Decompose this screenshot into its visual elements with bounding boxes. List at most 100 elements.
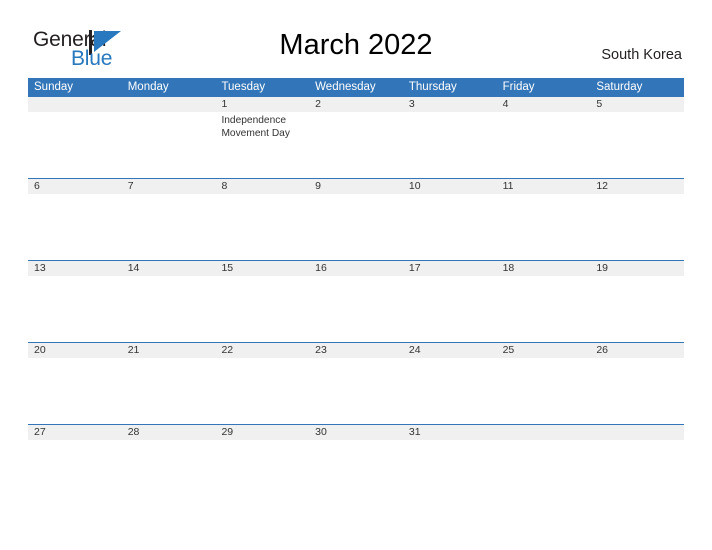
day-number[interactable]: 6 <box>28 179 122 194</box>
calendar-week-row: 27 28 29 30 31 <box>28 424 684 506</box>
day-cell[interactable] <box>403 194 497 260</box>
weekday-header-friday: Friday <box>502 81 535 93</box>
day-number[interactable]: 29 <box>215 425 309 440</box>
region-label: South Korea <box>601 47 682 63</box>
day-number[interactable]: 18 <box>497 261 591 276</box>
day-cell[interactable] <box>28 440 122 506</box>
day-number[interactable]: 4 <box>497 97 591 112</box>
day-number[interactable]: 28 <box>122 425 216 440</box>
day-number[interactable]: 23 <box>309 343 403 358</box>
calendar-grid: Sunday Monday Tuesday Wednesday Thursday… <box>28 78 684 506</box>
calendar-page: General Blue March 2022 South Korea Sund… <box>0 0 712 550</box>
week-content-band <box>28 194 684 260</box>
day-cell[interactable] <box>309 358 403 424</box>
day-cell[interactable] <box>403 112 497 178</box>
day-cell[interactable] <box>590 112 684 178</box>
day-number[interactable]: 16 <box>309 261 403 276</box>
day-cell[interactable] <box>309 440 403 506</box>
day-cell <box>497 440 591 506</box>
day-cell[interactable] <box>215 440 309 506</box>
day-cell[interactable] <box>309 276 403 342</box>
day-cell[interactable] <box>28 358 122 424</box>
day-number[interactable]: 21 <box>122 343 216 358</box>
day-cell[interactable] <box>497 194 591 260</box>
day-cell <box>122 112 216 178</box>
day-cell[interactable] <box>497 358 591 424</box>
day-event-label: Independence <box>221 115 287 126</box>
weekday-header-sunday: Sunday <box>34 81 74 93</box>
weekday-header-monday: Monday <box>127 81 169 93</box>
day-number[interactable]: 15 <box>215 261 309 276</box>
week-number-band: 12345 <box>28 97 684 112</box>
day-number[interactable]: 30 <box>309 425 403 440</box>
calendar-week-row: 13 14 15 16 17 18 19 <box>28 260 684 342</box>
week-number-band: 27 28 29 30 31 <box>28 425 684 440</box>
day-cell[interactable] <box>497 112 591 178</box>
day-cell[interactable] <box>122 440 216 506</box>
weekday-header-wednesday: Wednesday <box>315 81 376 93</box>
day-number[interactable]: 1 <box>215 97 309 112</box>
day-number[interactable]: 9 <box>309 179 403 194</box>
day-cell[interactable] <box>403 358 497 424</box>
week-number-band: 6 7 8 9 10 11 12 <box>28 179 684 194</box>
day-number[interactable]: 25 <box>497 343 591 358</box>
day-cell[interactable] <box>309 194 403 260</box>
day-cell[interactable] <box>590 276 684 342</box>
day-number[interactable]: 2 <box>309 97 403 112</box>
week-content-band: Independence Movement Day <box>28 112 684 178</box>
week-number-band: 13 14 15 16 17 18 19 <box>28 261 684 276</box>
day-cell[interactable] <box>403 440 497 506</box>
weekday-header-thursday: Thursday <box>408 81 457 93</box>
day-cell[interactable]: Independence Movement Day <box>215 112 309 178</box>
day-number <box>122 97 216 112</box>
day-number[interactable]: 17 <box>403 261 497 276</box>
day-cell[interactable] <box>403 276 497 342</box>
day-cell[interactable] <box>497 276 591 342</box>
day-number[interactable]: 27 <box>28 425 122 440</box>
week-number-band: 20 21 22 23 24 25 26 <box>28 343 684 358</box>
calendar-week-row: 6 7 8 9 10 11 12 <box>28 178 684 260</box>
day-cell[interactable] <box>309 112 403 178</box>
day-cell[interactable] <box>122 276 216 342</box>
day-number[interactable]: 24 <box>403 343 497 358</box>
day-number[interactable]: 22 <box>215 343 309 358</box>
day-number[interactable]: 13 <box>28 261 122 276</box>
day-cell[interactable] <box>590 358 684 424</box>
day-cell <box>590 440 684 506</box>
day-number[interactable]: 26 <box>590 343 684 358</box>
day-number[interactable]: 3 <box>403 97 497 112</box>
day-cell[interactable] <box>215 194 309 260</box>
week-content-band <box>28 276 684 342</box>
day-cell <box>28 112 122 178</box>
day-cell[interactable] <box>28 276 122 342</box>
day-number[interactable]: 10 <box>403 179 497 194</box>
day-event-label: Movement Day <box>221 128 290 139</box>
week-content-band <box>28 440 684 506</box>
day-cell[interactable] <box>215 358 309 424</box>
weekday-header-row: Sunday Monday Tuesday Wednesday Thursday… <box>28 78 684 97</box>
day-number[interactable]: 5 <box>590 97 684 112</box>
day-cell[interactable] <box>122 358 216 424</box>
day-cell[interactable] <box>28 194 122 260</box>
day-cell[interactable] <box>590 194 684 260</box>
day-number[interactable]: 14 <box>122 261 216 276</box>
day-number <box>590 425 684 440</box>
page-header: General Blue March 2022 South Korea <box>0 0 712 78</box>
calendar-week-row: 20 21 22 23 24 25 26 <box>28 342 684 424</box>
calendar-weeks: 1 2 3 4 5 Independence Movement Day 6 7 8 9 10 11 12 1… <box>28 97 684 506</box>
day-cell[interactable] <box>215 276 309 342</box>
weekday-header-saturday: Saturday <box>596 81 643 93</box>
week-content-band <box>28 358 684 424</box>
calendar-week-row: 1 2 3 4 5 Independence Movement Day <box>28 97 684 178</box>
day-number <box>497 425 591 440</box>
day-number[interactable]: 20 <box>28 343 122 358</box>
day-number[interactable]: 8 <box>215 179 309 194</box>
weekday-header-tuesday: Tuesday <box>221 81 266 93</box>
day-number <box>28 97 122 112</box>
day-number[interactable]: 12 <box>590 179 684 194</box>
day-number[interactable]: 11 <box>497 179 591 194</box>
day-number[interactable]: 7 <box>122 179 216 194</box>
day-cell[interactable] <box>122 194 216 260</box>
day-number[interactable]: 31 <box>403 425 497 440</box>
day-number[interactable]: 19 <box>590 261 684 276</box>
